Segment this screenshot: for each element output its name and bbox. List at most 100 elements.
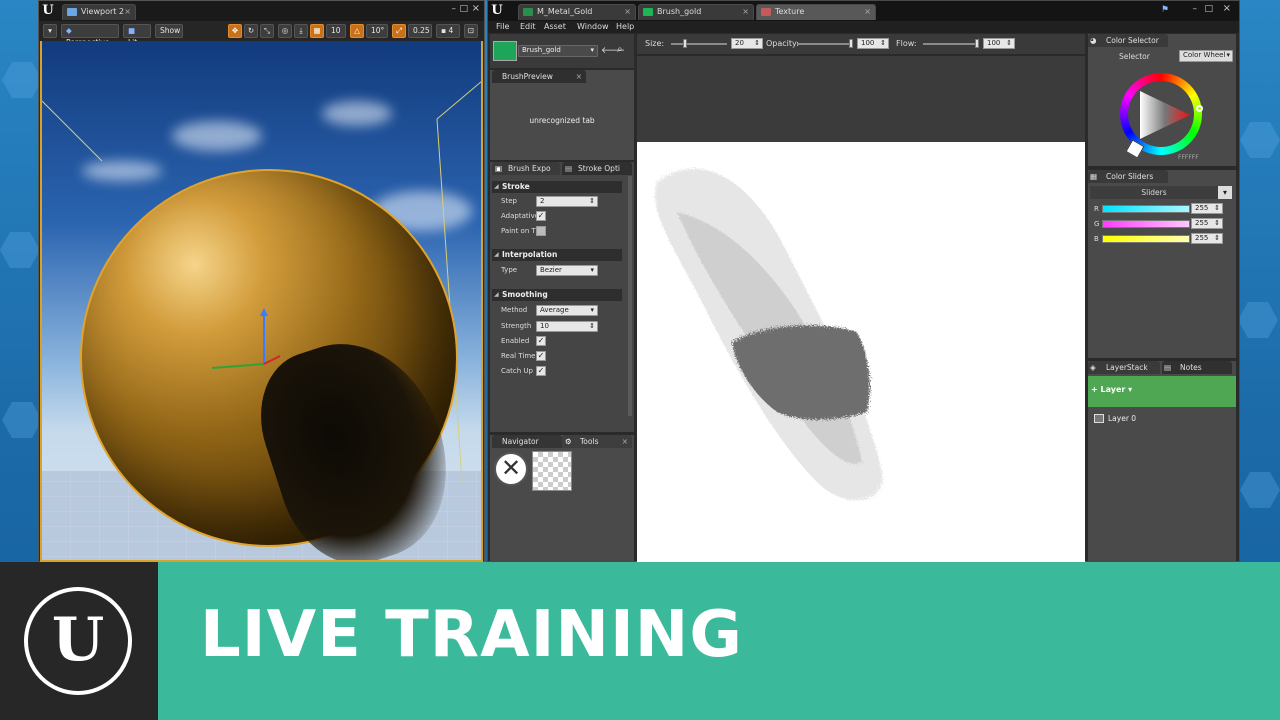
opacity-slider-track: [797, 43, 853, 45]
tab-label: Stroke Opti: [578, 164, 620, 173]
lit-button[interactable]: ■ Lit: [123, 24, 151, 47]
viewport-options-button[interactable]: ▾: [43, 24, 57, 38]
blue-input[interactable]: 255 ⇕: [1191, 233, 1223, 244]
minimize-icon[interactable]: –: [452, 4, 457, 14]
red-input[interactable]: 255 ⇕: [1191, 203, 1223, 214]
3d-viewport[interactable]: [40, 41, 483, 562]
tab-brush-preview[interactable]: BrushPreview ×: [492, 70, 586, 83]
scale-snap-icon[interactable]: ⤢: [392, 24, 406, 38]
tab-m-metal-gold[interactable]: M_Metal_Gold ×: [518, 4, 636, 20]
tab-navigator[interactable]: Navigator: [492, 435, 562, 448]
menu-file[interactable]: File: [496, 21, 509, 33]
flow-slider[interactable]: [975, 39, 979, 48]
close-icon[interactable]: ×: [576, 70, 582, 83]
source-control-icon[interactable]: ⚑: [1161, 5, 1169, 15]
chevron-down-icon: ▾: [590, 306, 594, 314]
stroke-icon: ▤: [565, 164, 573, 173]
type-dropdown[interactable]: Bezier ▾: [536, 265, 598, 276]
size-value: 20: [735, 39, 744, 47]
close-icon[interactable]: ×: [624, 5, 631, 19]
minimize-icon[interactable]: –: [1193, 4, 1198, 14]
opacity-input[interactable]: 100 ⇕: [857, 38, 889, 49]
transparent-tool-icon[interactable]: [532, 451, 572, 491]
scale-snap-value[interactable]: 0.25: [408, 24, 432, 38]
transform-gizmo[interactable]: [202, 306, 282, 386]
viewport-toolbar: ▾ ◆ Perspective ■ Lit Show ✥ ↻ ⤡ ◎ ⤓ ▦ 1…: [39, 21, 484, 47]
enabled-checkbox[interactable]: ✓: [536, 336, 546, 346]
paint-on-checkbox[interactable]: [536, 226, 546, 236]
details-scrollbar[interactable]: [628, 176, 632, 416]
close-window-icon[interactable]: ×: [1223, 3, 1231, 14]
scale-tool-icon[interactable]: ⤡: [260, 24, 274, 38]
green-slider[interactable]: [1102, 220, 1190, 228]
close-icon[interactable]: ×: [124, 5, 131, 19]
show-button[interactable]: Show: [155, 24, 183, 38]
maximize-icon[interactable]: □: [459, 4, 468, 14]
color-wheel-icon: ◕: [1090, 36, 1097, 45]
camera-speed-button[interactable]: ▪ 4: [436, 24, 460, 38]
realtime-checkbox[interactable]: ✓: [536, 351, 546, 361]
tab-brush-expo[interactable]: ▣ Brush Expo: [492, 162, 560, 175]
menu-window[interactable]: Window: [577, 21, 609, 33]
tab-stroke-options[interactable]: ▤ Stroke Opti: [562, 162, 632, 175]
tab-color-selector[interactable]: ◕ Color Selector: [1088, 34, 1168, 47]
flow-input[interactable]: 100 ⇕: [983, 38, 1015, 49]
green-input[interactable]: 255 ⇕: [1191, 218, 1223, 229]
color-mode-dropdown[interactable]: Color Wheel ▾: [1179, 50, 1233, 62]
maximize-icon[interactable]: □: [1204, 4, 1213, 14]
layer-row[interactable]: Layer 0: [1088, 411, 1236, 427]
menu-asset[interactable]: Asset: [544, 21, 566, 33]
maximize-viewport-icon[interactable]: ⊡: [464, 24, 478, 38]
tab-brush-gold[interactable]: Brush_gold ×: [638, 4, 754, 20]
rotation-snap-value[interactable]: 10°: [366, 24, 388, 38]
rotate-tool-icon[interactable]: ↻: [244, 24, 258, 38]
opacity-slider[interactable]: [849, 39, 853, 48]
tab-label: Color Sliders: [1106, 172, 1154, 181]
world-local-icon[interactable]: ◎: [278, 24, 292, 38]
section-stroke[interactable]: Stroke: [492, 181, 622, 193]
grid-snap-value[interactable]: 10: [326, 24, 346, 38]
translate-tool-icon[interactable]: ✥: [228, 24, 242, 38]
tab-tools[interactable]: ⚙ Tools ×: [562, 435, 632, 448]
menu-edit[interactable]: Edit: [520, 21, 536, 33]
tab-texture[interactable]: Texture ×: [756, 4, 876, 20]
add-layer-button[interactable]: + Layer ▾: [1091, 385, 1132, 394]
size-slider[interactable]: [683, 39, 687, 48]
size-input[interactable]: 20 ⇕: [731, 38, 763, 49]
section-interpolation[interactable]: Interpolation: [492, 249, 622, 261]
rotation-snap-icon[interactable]: △: [350, 24, 364, 38]
drag-icon: ⇕: [589, 197, 595, 205]
hue-handle[interactable]: [1196, 105, 1203, 112]
adaptative-label: Adaptative: [501, 212, 540, 220]
surface-snap-icon[interactable]: ⤓: [294, 24, 308, 38]
close-icon[interactable]: ×: [742, 5, 749, 19]
slider-mode-dropdown[interactable]: ▾: [1218, 186, 1232, 199]
close-icon[interactable]: ×: [864, 5, 871, 19]
tab-viewport-2[interactable]: Viewport 2 ×: [62, 4, 136, 20]
strength-input[interactable]: 10 ⇕: [536, 321, 598, 332]
method-dropdown[interactable]: Average ▾: [536, 305, 598, 316]
type-label: Type: [501, 266, 518, 274]
close-icon[interactable]: ×: [622, 435, 628, 448]
eraser-tool-icon[interactable]: ✕: [494, 452, 528, 486]
close-window-icon[interactable]: ×: [472, 3, 480, 14]
selector-label: Selector: [1119, 52, 1150, 61]
tab-layer-stack[interactable]: ◈ LayerStack: [1088, 361, 1160, 374]
tab-color-sliders[interactable]: ▦ Color Sliders: [1088, 170, 1168, 183]
blue-slider[interactable]: [1102, 235, 1190, 243]
color-triangle[interactable]: [1128, 81, 1194, 147]
brush-dropdown[interactable]: Brush_gold ▾: [518, 45, 598, 57]
adaptative-checkbox[interactable]: ✓: [536, 211, 546, 221]
catchup-checkbox[interactable]: ✓: [536, 366, 546, 376]
grid-snap-icon[interactable]: ▦: [310, 24, 324, 38]
hex-decoration: [1240, 122, 1280, 158]
paint-canvas[interactable]: [637, 142, 1085, 563]
tab-notes[interactable]: ▤ Notes: [1162, 361, 1232, 374]
red-slider[interactable]: [1102, 205, 1190, 213]
section-smoothing[interactable]: Smoothing: [492, 289, 622, 301]
menu-help[interactable]: Help: [616, 21, 634, 33]
search-icon[interactable]: ⌕: [617, 44, 623, 55]
brush-thumbnail[interactable]: [493, 41, 517, 61]
perspective-button[interactable]: ◆ Perspective: [61, 24, 119, 47]
step-input[interactable]: 2 ⇕: [536, 196, 598, 207]
